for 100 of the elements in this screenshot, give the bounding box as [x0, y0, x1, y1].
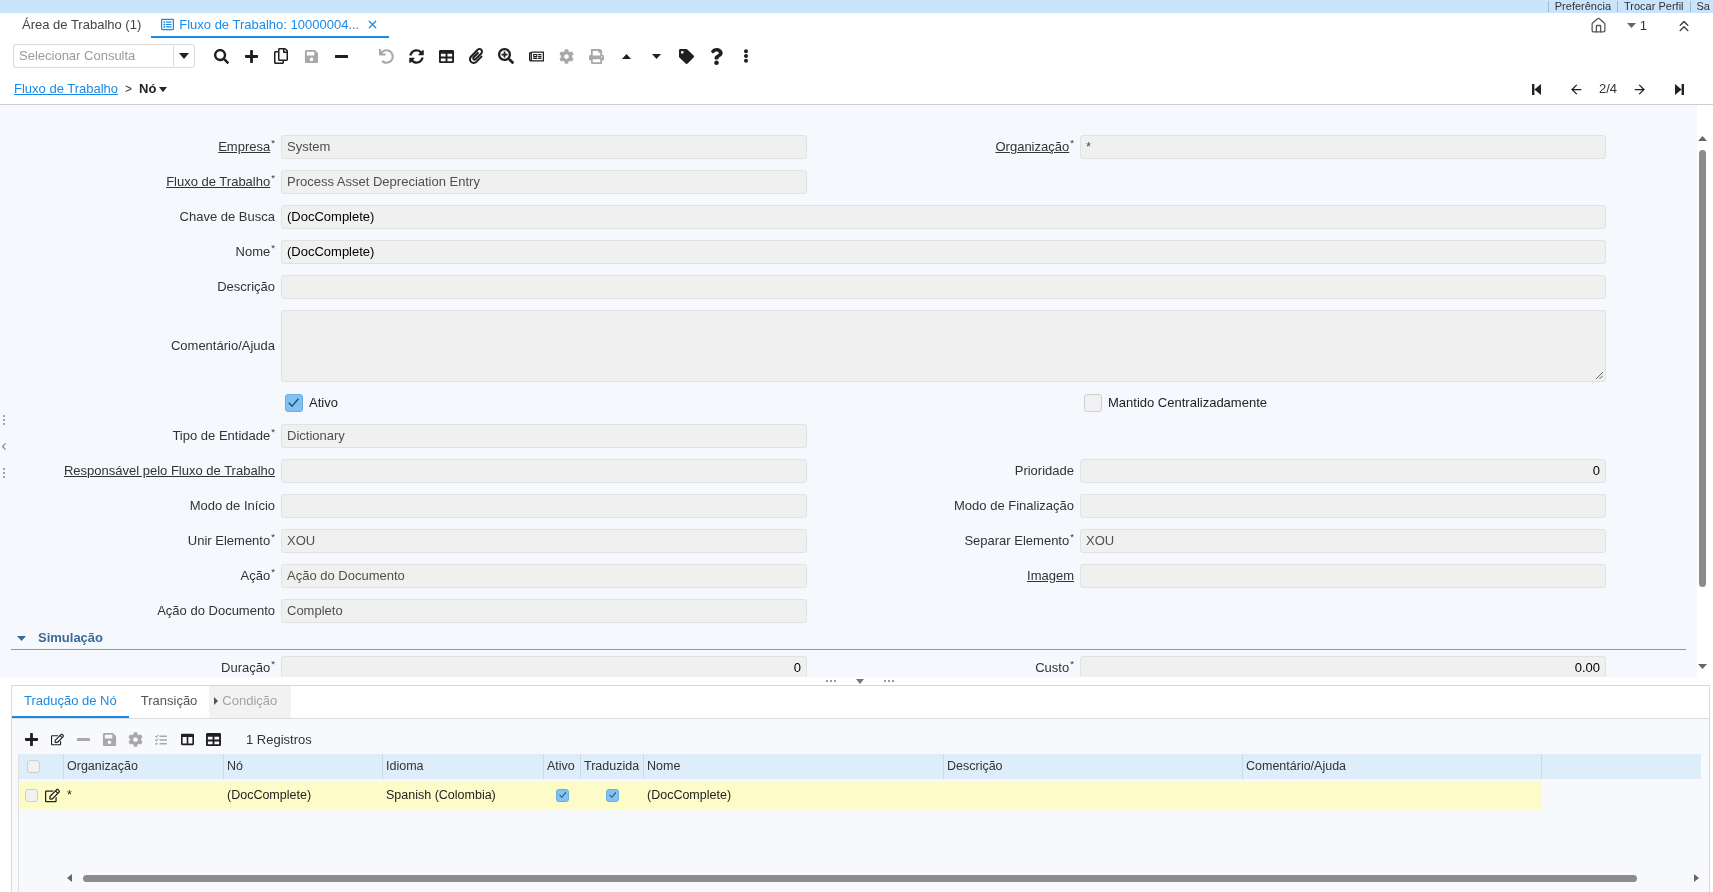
home-icon[interactable]: [1589, 17, 1607, 34]
scroll-right-icon: [1694, 874, 1699, 882]
paperclip-icon: [468, 48, 484, 64]
input-field[interactable]: [281, 493, 807, 518]
check-icon: [288, 397, 300, 409]
field-label: Prioridade: [1014, 462, 1074, 479]
input-field[interactable]: XOU: [1080, 528, 1606, 553]
copy-icon: [273, 48, 289, 64]
detail-tab[interactable]: Tradução de Nó: [12, 686, 129, 718]
printer-icon: [588, 48, 604, 64]
arrow-right-icon: [1631, 81, 1647, 97]
plus-icon: [243, 48, 259, 64]
refresh-icon: [408, 48, 424, 64]
header-link[interactable]: Sa: [1696, 0, 1710, 13]
scroll-left-icon: [67, 874, 72, 882]
caret-up-icon: [621, 53, 631, 59]
checkbox-label: Mantido Centralizadamente: [1108, 394, 1267, 412]
header-link[interactable]: Trocar Perfil: [1624, 0, 1684, 13]
field-label[interactable]: Organização$^{*}$: [995, 139, 1074, 155]
dropdown-button[interactable]: [173, 44, 195, 68]
input-field[interactable]: Ação do Documento: [281, 563, 807, 588]
checkbox[interactable]: [556, 788, 569, 802]
scroll-down-icon: [1697, 664, 1707, 669]
field-label: Nome$^{*}$: [235, 244, 275, 260]
caret-down-icon: [159, 86, 168, 92]
table-icon: [205, 732, 221, 747]
column-header[interactable]: Descrição: [944, 754, 1243, 779]
gear-icon: [558, 48, 574, 64]
input-field[interactable]: (DocComplete): [281, 205, 1606, 229]
minus-icon: [334, 54, 348, 58]
table-cell-text: Spanish (Colombia): [386, 786, 496, 804]
input-field[interactable]: 0: [281, 655, 807, 677]
checkbox[interactable]: [25, 788, 38, 802]
checkbox[interactable]: [27, 760, 40, 773]
input-field[interactable]: *: [1080, 135, 1606, 159]
field-label: Modo de Início: [189, 497, 275, 514]
section-header[interactable]: Simulação: [11, 627, 1686, 650]
column-header[interactable]: Comentário/Ajuda: [1243, 754, 1542, 779]
column-header[interactable]: Traduzida: [581, 754, 644, 779]
table-cell-text: (DocComplete): [227, 786, 312, 804]
breadcrumb-current[interactable]: Nó: [139, 79, 168, 99]
checkbox[interactable]: [1084, 393, 1102, 412]
table-cell-text: *: [67, 786, 72, 804]
input-field[interactable]: (DocComplete): [281, 240, 1606, 264]
caret-right-icon: [214, 697, 219, 705]
skip-forward-icon: [1674, 83, 1684, 95]
query-field[interactable]: Selecionar Consulta: [13, 44, 173, 68]
window-tab[interactable]: Área de Trabalho (1): [12, 13, 152, 38]
input-field[interactable]: Process Asset Depreciation Entry: [281, 170, 807, 194]
field-label[interactable]: Empresa$^{*}$: [218, 139, 275, 155]
input-field[interactable]: [281, 458, 807, 483]
input-field[interactable]: XOU: [281, 528, 807, 553]
vertical-scrollbar[interactable]: [1697, 105, 1713, 677]
table-row[interactable]: * (DocComplete) Spanish (Colombia) (DocComplete): [19, 781, 1542, 809]
field-label: Duração$^{*}$: [221, 659, 275, 676]
record-position: 2/4: [1598, 80, 1617, 99]
checkbox-label: Ativo: [309, 394, 338, 412]
input-field[interactable]: [1080, 493, 1606, 518]
zoom-in-icon: [498, 48, 514, 64]
input-field[interactable]: 0: [1080, 458, 1606, 483]
field-label[interactable]: Imagem: [1027, 567, 1074, 584]
field-label: Comentário/Ajuda: [170, 338, 275, 354]
field-label[interactable]: Fluxo de Trabalho$^{*}$: [166, 174, 275, 190]
gear-icon: [127, 732, 143, 747]
field-label: Unir Elemento$^{*}$: [187, 532, 275, 549]
counter-button[interactable]: 1: [1626, 15, 1647, 36]
columns-icon: [180, 733, 194, 746]
detail-tab[interactable]: Transição: [128, 686, 210, 718]
input-field[interactable]: Completo: [281, 598, 807, 623]
skip-back-icon: [1532, 83, 1542, 95]
breadcrumb-link[interactable]: Fluxo de Trabalho: [14, 79, 119, 99]
column-header[interactable]: Ativo: [544, 754, 581, 779]
checkbox[interactable]: [285, 393, 303, 412]
column-header[interactable]: Nome: [644, 754, 944, 779]
caret-down-icon: [179, 53, 189, 59]
edit-icon: [45, 787, 60, 803]
field-label[interactable]: Responsável pelo Fluxo de Trabalho: [63, 462, 275, 479]
window-tab[interactable]: Fluxo de Trabalho: 10000004...: [151, 13, 390, 38]
list-icon: [161, 18, 175, 31]
textarea-field[interactable]: [281, 310, 1606, 382]
column-header[interactable]: Organização: [64, 754, 224, 779]
checkbox[interactable]: [606, 788, 619, 802]
input-field[interactable]: System: [281, 135, 807, 159]
field-label: Separar Elemento$^{*}$: [964, 532, 1074, 549]
edit-icon: [50, 733, 64, 746]
input-field[interactable]: 0.00: [1080, 655, 1606, 677]
field-label: Chave de Busca: [179, 209, 275, 225]
header-link[interactable]: Preferência: [1554, 0, 1612, 13]
tag-icon: [678, 48, 694, 64]
chevron-left-icon[interactable]: [2, 443, 6, 450]
column-header[interactable]: Nó: [224, 754, 383, 779]
input-field[interactable]: Dictionary: [281, 423, 807, 448]
input-field[interactable]: [281, 275, 1606, 299]
undo-icon: [378, 48, 394, 64]
input-field[interactable]: [1080, 563, 1606, 588]
check-icon: [558, 791, 567, 799]
column-header[interactable]: Idioma: [383, 754, 544, 779]
plus-icon: [23, 732, 39, 747]
breadcrumb-separator: >: [125, 81, 133, 98]
edit-row-button[interactable]: [45, 787, 60, 803]
